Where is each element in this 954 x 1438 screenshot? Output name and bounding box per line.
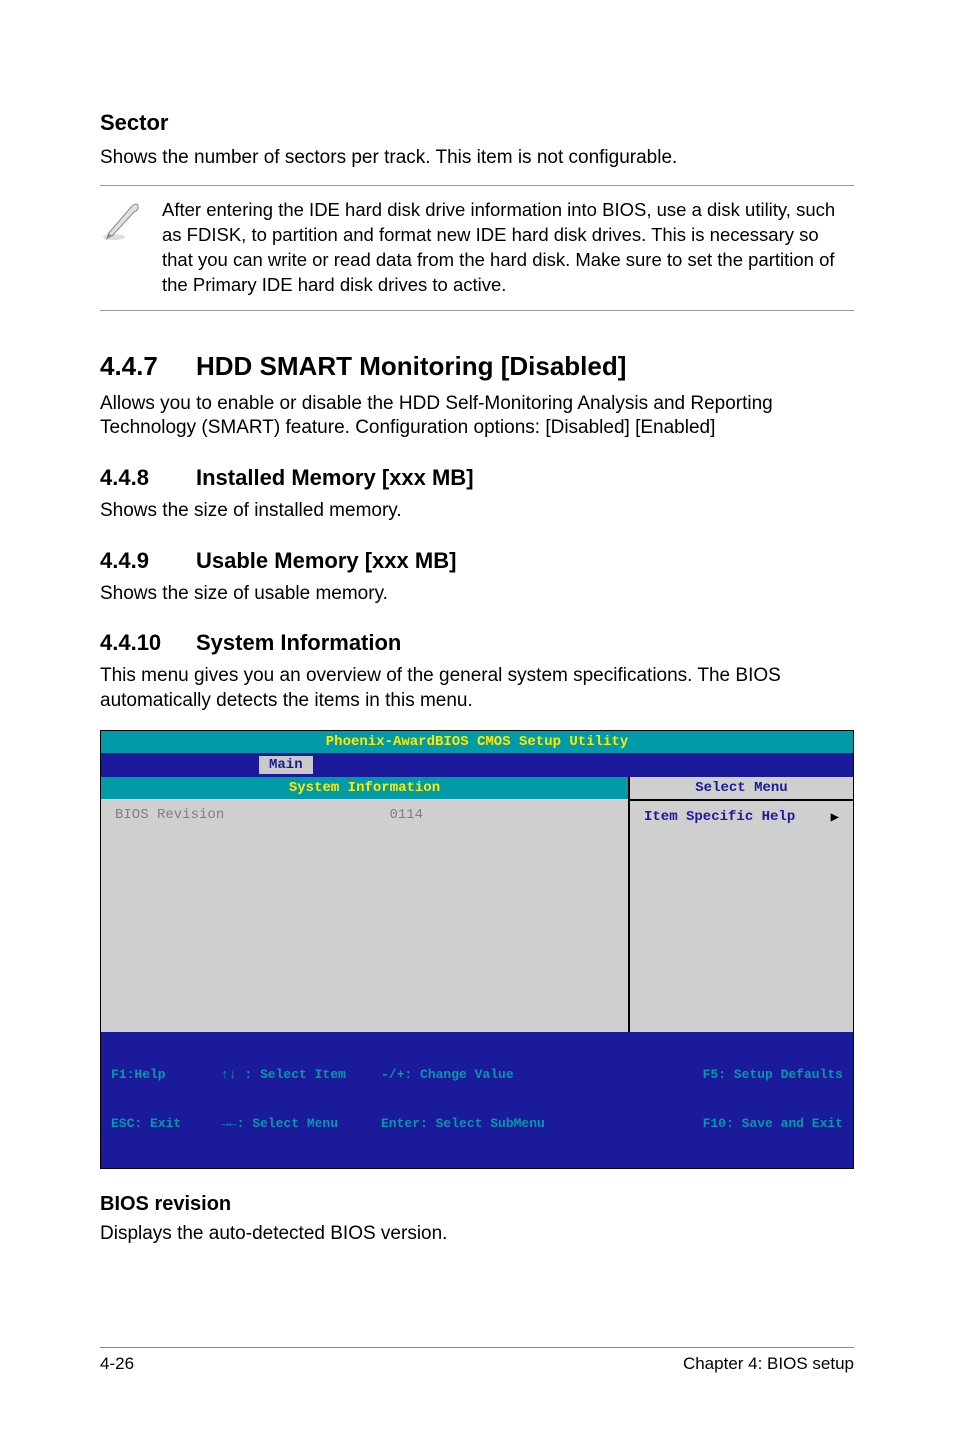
footer-key-select-menu: →←: Select Menu <box>221 1116 381 1132</box>
note-block: After entering the IDE hard disk drive i… <box>100 185 854 311</box>
heading-title: Installed Memory [xxx MB] <box>196 465 474 491</box>
heading-number: 4.4.8 <box>100 465 168 491</box>
bios-screenshot: Phoenix-AwardBIOS CMOS Setup Utility Mai… <box>100 730 854 1169</box>
page-number: 4-26 <box>100 1354 134 1374</box>
bios-menubar: Main <box>101 753 853 777</box>
bios-title-bar: Phoenix-AwardBIOS CMOS Setup Utility <box>101 731 853 753</box>
footer-key-exit: ESC: Exit <box>111 1116 221 1132</box>
bios-tab-main: Main <box>259 756 313 774</box>
bios-right-pane: Select Menu Item Specific Help ▶ <box>628 777 853 1032</box>
bios-item-label: BIOS Revision <box>115 807 389 1024</box>
heading-4-4-9: 4.4.9 Usable Memory [xxx MB] <box>100 548 854 574</box>
heading-number: 4.4.7 <box>100 351 168 382</box>
bios-footer: F1:Help ESC: Exit ↑↓ : Select Item →←: S… <box>101 1032 853 1168</box>
heading-4-4-10: 4.4.10 System Information <box>100 630 854 656</box>
bios-item-value: 0114 <box>389 807 614 1024</box>
body-bios-revision: Displays the auto-detected BIOS version. <box>100 1222 854 1247</box>
footer-key-change-value: -/+: Change Value <box>381 1067 611 1083</box>
footer-key-help: F1:Help <box>111 1067 221 1083</box>
bios-left-header: System Information <box>101 777 628 799</box>
footer-key-select-submenu: Enter: Select SubMenu <box>381 1116 611 1132</box>
triangle-right-icon: ▶ <box>831 809 839 826</box>
footer-key-save-exit: F10: Save and Exit <box>611 1116 843 1132</box>
heading-title: Usable Memory [xxx MB] <box>196 548 456 574</box>
bios-help-line: Item Specific Help ▶ <box>630 801 853 1032</box>
body-4-4-8: Shows the size of installed memory. <box>100 499 854 524</box>
bios-left-pane: System Information BIOS Revision 0114 <box>101 777 628 1032</box>
heading-title: HDD SMART Monitoring [Disabled] <box>196 351 626 382</box>
chapter-label: Chapter 4: BIOS setup <box>683 1354 854 1374</box>
page-footer: 4-26 Chapter 4: BIOS setup <box>100 1347 854 1374</box>
body-4-4-9: Shows the size of usable memory. <box>100 582 854 607</box>
bios-help-label: Item Specific Help <box>644 809 795 825</box>
sector-body: Shows the number of sectors per track. T… <box>100 146 854 171</box>
heading-bios-revision: BIOS revision <box>100 1193 854 1216</box>
heading-number: 4.4.10 <box>100 630 168 656</box>
footer-key-setup-defaults: F5: Setup Defaults <box>611 1067 843 1083</box>
heading-4-4-8: 4.4.8 Installed Memory [xxx MB] <box>100 465 854 491</box>
body-4-4-7: Allows you to enable or disable the HDD … <box>100 392 854 441</box>
footer-key-select-item: ↑↓ : Select Item <box>221 1067 381 1083</box>
pen-icon <box>100 198 144 242</box>
heading-title: System Information <box>196 630 401 656</box>
heading-number: 4.4.9 <box>100 548 168 574</box>
section-heading-sector: Sector <box>100 110 854 136</box>
body-4-4-10: This menu gives you an overview of the g… <box>100 664 854 713</box>
bios-item-row: BIOS Revision 0114 <box>101 799 628 1032</box>
note-text: After entering the IDE hard disk drive i… <box>162 198 854 298</box>
heading-4-4-7: 4.4.7 HDD SMART Monitoring [Disabled] <box>100 351 854 382</box>
bios-right-header: Select Menu <box>630 777 853 801</box>
